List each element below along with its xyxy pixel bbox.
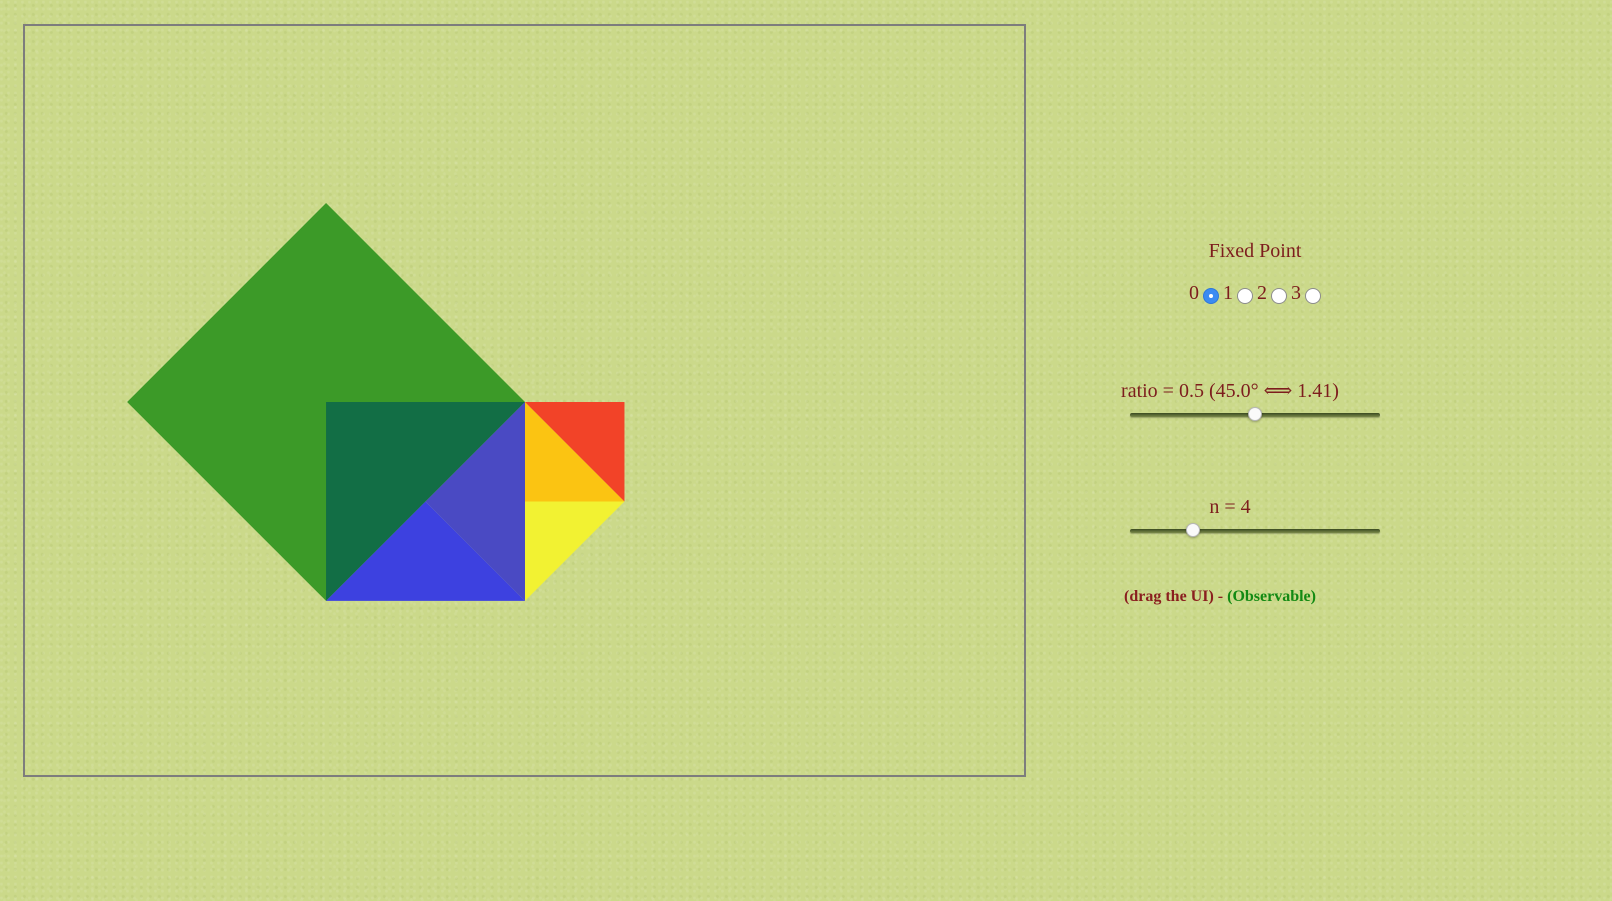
radio-button[interactable] [1271, 287, 1287, 304]
ratio-slider-block: ratio = 0.5 (45.0° ⟺ 1.41) [1090, 378, 1420, 421]
radio-button[interactable] [1305, 287, 1321, 304]
fixed-point-option-2[interactable]: 2 [1257, 282, 1287, 305]
fixed-point-title: Fixed Point [1208, 240, 1302, 262]
footer-note: (drag the UI) - (Observable) [1090, 588, 1350, 606]
footer-separator: - [1213, 588, 1228, 605]
fixed-point-option-3[interactable]: 3 [1291, 282, 1321, 305]
fractal-drawing [127, 203, 625, 601]
ratio-slider-track[interactable] [1130, 407, 1380, 421]
option-label: 2 [1257, 282, 1267, 304]
option-label: 1 [1223, 282, 1233, 304]
n-slider-thumb[interactable] [1185, 523, 1200, 537]
ratio-slider-thumb[interactable] [1248, 407, 1262, 421]
option-label: 3 [1291, 282, 1301, 304]
radio-button[interactable] [1203, 287, 1219, 304]
radio-button[interactable] [1237, 287, 1253, 304]
n-slider-block: n = 4 [1090, 496, 1420, 537]
fixed-point-option-0[interactable]: 0 [1189, 282, 1219, 305]
fixed-point-radio-group: 0 1 2 3 [1090, 282, 1420, 305]
drag-hint-text: (drag the UI) [1124, 588, 1214, 605]
fixed-point-option-1[interactable]: 1 [1223, 282, 1253, 305]
n-slider-label: n = 4 [1209, 496, 1251, 518]
drawing-canvas[interactable] [23, 24, 1026, 777]
ratio-slider-label: ratio = 0.5 (45.0° ⟺ 1.41) [1121, 380, 1339, 402]
observable-link[interactable]: (Observable) [1227, 588, 1316, 605]
option-label: 0 [1189, 282, 1199, 304]
yellow-triangle-piece [524, 501, 625, 601]
n-slider-track[interactable] [1130, 523, 1380, 537]
